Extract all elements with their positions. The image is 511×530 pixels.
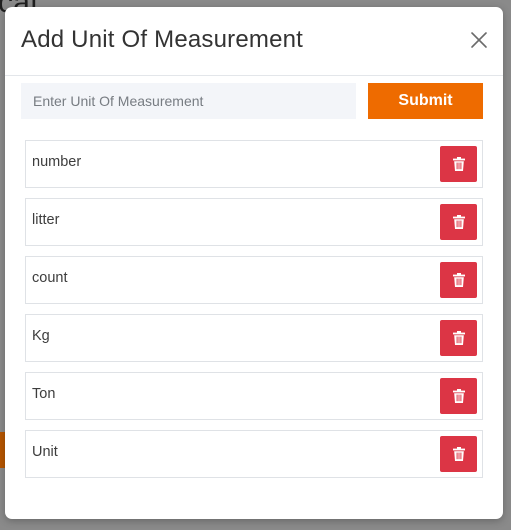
trash-icon [452,389,465,403]
close-button[interactable] [469,30,489,50]
unit-name: Ton [32,386,56,402]
add-unit-form: Submit [21,83,483,119]
unit-name-input[interactable] [21,83,356,119]
unit-name: litter [32,212,60,228]
submit-button[interactable]: Submit [368,83,483,119]
modal-title: Add Unit Of Measurement [21,26,304,53]
unit-name: Unit [32,444,58,460]
trash-icon [452,215,465,229]
delete-unit-button[interactable] [440,378,477,414]
unit-name: number [32,154,82,170]
unit-list-item: litter [25,198,483,246]
unit-name: count [32,270,68,286]
unit-list-item: count [25,256,483,304]
delete-unit-button[interactable] [440,262,477,298]
unit-list-item: number [25,140,483,188]
unit-list-item: Kg [25,314,483,362]
delete-unit-button[interactable] [440,320,477,356]
add-unit-modal: Add Unit Of Measurement Submit number li… [5,7,503,519]
unit-name: Kg [32,328,50,344]
delete-unit-button[interactable] [440,204,477,240]
unit-list-item: Unit [25,430,483,478]
delete-unit-button[interactable] [440,436,477,472]
trash-icon [452,447,465,461]
modal-header: Add Unit Of Measurement [5,7,503,76]
close-icon [471,32,487,48]
trash-icon [452,273,465,287]
trash-icon [452,157,465,171]
unit-list: number litter count Kg Ton Unit [25,140,483,488]
delete-unit-button[interactable] [440,146,477,182]
unit-list-item: Ton [25,372,483,420]
trash-icon [452,331,465,345]
